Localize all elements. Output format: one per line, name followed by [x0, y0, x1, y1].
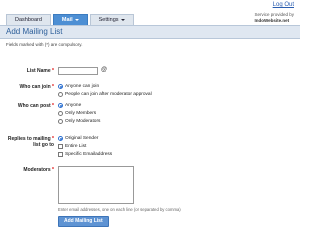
- replies-option-email[interactable]: Specific Emailaddress: [58, 152, 112, 157]
- tab-mail-label: Mail: [61, 17, 73, 23]
- checkbox-icon[interactable]: [58, 152, 63, 157]
- tab-dashboard[interactable]: Dashboard: [6, 14, 51, 25]
- radio-selected-icon[interactable]: [58, 103, 63, 108]
- logout-link[interactable]: Log Out: [273, 2, 294, 8]
- tab-settings[interactable]: Settings: [89, 14, 134, 25]
- at-sign-icon: @: [101, 67, 108, 73]
- replies-option-sender[interactable]: Original Sender: [58, 136, 98, 141]
- join-label: Who can join *: [19, 84, 54, 90]
- checkbox-icon[interactable]: [58, 144, 63, 149]
- list-name-input[interactable]: [58, 67, 98, 75]
- replies-label: Replies to mailing * list go to: [7, 136, 54, 148]
- chevron-down-icon: [74, 18, 79, 21]
- service-prefix: Service provided by: [254, 12, 294, 17]
- radio-icon[interactable]: [58, 119, 63, 124]
- post-option-anyone[interactable]: Anyone: [58, 103, 81, 108]
- chevron-down-icon: [120, 18, 125, 21]
- moderators-helper: Enter email addresses, one on each line …: [58, 207, 181, 212]
- required-note: Fields marked with (*) are compulsory.: [6, 42, 83, 47]
- replies-option-list[interactable]: Entire List: [58, 144, 86, 149]
- post-label: Who can post *: [17, 103, 54, 109]
- moderators-label: Moderators *: [23, 167, 54, 173]
- service-provider: Service provided by IndoWebsite.net: [254, 12, 294, 23]
- main-nav: Dashboard Mail Settings: [6, 14, 134, 25]
- join-option-anyone[interactable]: Anyone can join: [58, 84, 99, 89]
- post-option-members[interactable]: Only Members: [58, 111, 96, 116]
- radio-icon[interactable]: [58, 111, 63, 116]
- tab-dashboard-label: Dashboard: [15, 17, 42, 23]
- add-mailing-list-button[interactable]: Add Mailing List: [58, 216, 109, 227]
- tab-mail[interactable]: Mail: [52, 14, 88, 25]
- join-option-approval[interactable]: People can join after moderator approval: [58, 92, 152, 97]
- page-title: Add Mailing List: [6, 27, 63, 36]
- radio-selected-icon[interactable]: [58, 136, 63, 141]
- radio-selected-icon[interactable]: [58, 84, 63, 89]
- page-titlebar: Add Mailing List: [0, 25, 300, 39]
- list-name-label: List Name *: [26, 68, 54, 74]
- radio-icon[interactable]: [58, 92, 63, 97]
- moderators-textarea[interactable]: [58, 166, 134, 204]
- tab-settings-label: Settings: [98, 17, 119, 23]
- post-option-moderators[interactable]: Only Moderators: [58, 119, 100, 124]
- service-brand[interactable]: IndoWebsite.net: [254, 18, 294, 24]
